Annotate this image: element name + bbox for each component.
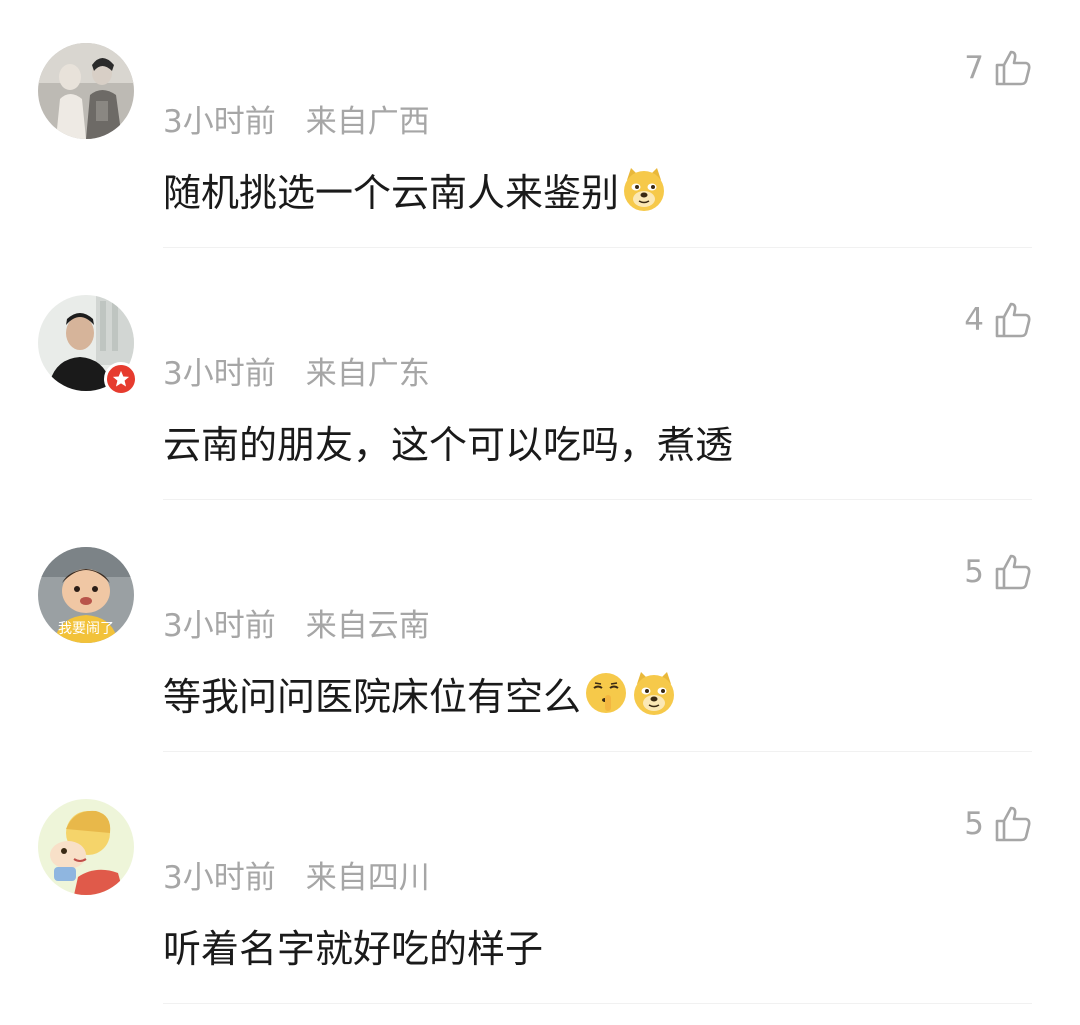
comment-item: 3小时前 来自四川 听着名字就好吃的样子 5 <box>0 756 1080 1008</box>
like-count: 7 <box>964 50 984 86</box>
avatar-caption: 我要闹了 <box>58 621 114 637</box>
comment-time: 3小时前 <box>163 607 276 644</box>
comment-meta: 3小时前 来自四川 <box>163 852 430 896</box>
comment-body: 云南的朋友，这个可以吃吗，煮透 <box>163 422 734 467</box>
thumbs-up-icon <box>995 806 1031 842</box>
comment-time: 3小时前 <box>163 859 276 896</box>
comment-body: 随机挑选一个云南人来鉴别 <box>163 170 620 215</box>
comment-time: 3小时前 <box>163 355 276 392</box>
comment-text: 随机挑选一个云南人来鉴别 <box>163 162 667 216</box>
verified-badge <box>104 362 138 396</box>
shush-emoji <box>586 673 627 713</box>
avatar[interactable]: 我要闹了 <box>38 547 134 643</box>
avatar[interactable] <box>38 799 134 895</box>
comment-body: 听着名字就好吃的样子 <box>163 926 544 971</box>
doge-emoji <box>634 672 675 715</box>
comment-meta: 3小时前 来自云南 <box>163 600 430 644</box>
comment-item: 3小时前 来自广西 随机挑选一个云南人来鉴别 7 <box>0 0 1080 252</box>
comment-meta: 3小时前 来自广西 <box>163 96 430 140</box>
comment-location: 来自广西 <box>305 103 430 140</box>
like-button[interactable]: 5 <box>964 802 1032 846</box>
like-count: 5 <box>964 806 984 842</box>
thumbs-up-icon <box>995 554 1031 590</box>
comment-time: 3小时前 <box>163 103 276 140</box>
avatar[interactable] <box>38 43 134 139</box>
like-count: 4 <box>964 302 984 338</box>
comment-item: 我要闹了 3小时前 来自云南 等我问问医院床位有空么 5 <box>0 504 1080 756</box>
like-button[interactable]: 7 <box>964 46 1032 90</box>
comment-item: 3小时前 来自广东 云南的朋友，这个可以吃吗，煮透 4 <box>0 252 1080 504</box>
comment-location: 来自四川 <box>305 859 430 896</box>
like-button[interactable]: 4 <box>964 298 1032 342</box>
divider <box>163 499 1032 500</box>
doge-emoji <box>624 168 665 211</box>
like-button[interactable]: 5 <box>964 550 1032 594</box>
divider <box>163 247 1032 248</box>
divider <box>163 751 1032 752</box>
divider <box>163 1003 1032 1004</box>
thumbs-up-icon <box>995 302 1031 338</box>
comment-text: 听着名字就好吃的样子 <box>163 918 543 972</box>
thumbs-up-icon <box>995 50 1031 86</box>
comment-body: 等我问问医院床位有空么 <box>163 674 582 719</box>
comment-meta: 3小时前 来自广东 <box>163 348 430 392</box>
comment-location: 来自广东 <box>305 355 430 392</box>
star-badge-icon <box>112 370 130 387</box>
like-count: 5 <box>964 554 984 590</box>
comment-text: 等我问问医院床位有空么 <box>163 666 677 720</box>
comment-text: 云南的朋友，这个可以吃吗，煮透 <box>163 414 733 468</box>
comment-location: 来自云南 <box>305 607 430 644</box>
